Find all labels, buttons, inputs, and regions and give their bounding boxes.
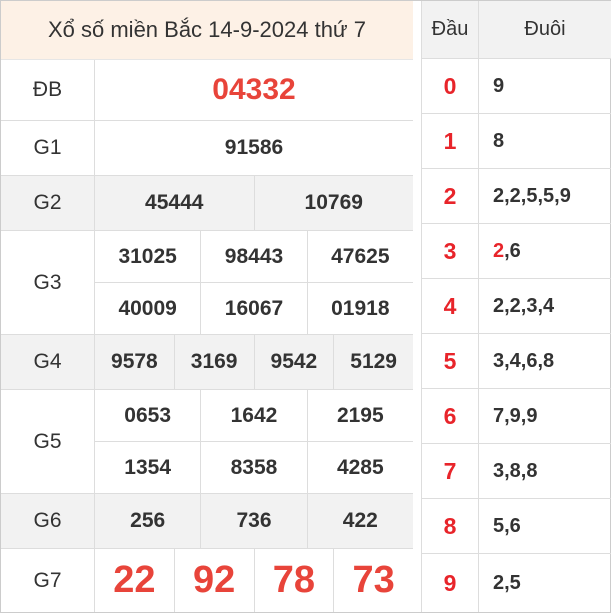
prize-row-db: ĐB 04332 [1, 60, 413, 121]
prize-row-g7: G7 22 92 78 73 [1, 549, 413, 612]
prize-number: 1354 [124, 455, 172, 479]
special-prize-number: 04332 [212, 73, 296, 106]
loto-dau: 4 [422, 279, 479, 333]
prize-label: G5 [1, 390, 95, 493]
prize-number: 256 [130, 509, 166, 532]
prize-label: G3 [1, 231, 95, 334]
loto-duoi: 3,8,8 [493, 459, 538, 482]
loto-duoi: 7,9,9 [493, 404, 538, 427]
loto-dau: 0 [422, 59, 479, 113]
prize-number: 40009 [118, 296, 177, 320]
prize-number: 22 [113, 559, 156, 601]
loto-duoi-rest: ,6 [504, 239, 521, 262]
prize-number: 4285 [306, 442, 413, 493]
prize-number: 8358 [200, 442, 306, 493]
prize-row-g2: G2 45444 10769 [1, 176, 413, 231]
loto-duoi: 3,4,6,8 [493, 349, 555, 372]
loto-dau: 8 [422, 499, 479, 553]
prize-number: 9578 [111, 350, 158, 373]
prize-number: 91586 [224, 136, 284, 159]
results-frame: Xổ số miền Bắc 14-9-2024 thứ 7 ĐB 04332 … [0, 0, 611, 613]
prize-table: Xổ số miền Bắc 14-9-2024 thứ 7 ĐB 04332 … [1, 1, 413, 612]
loto-duoi: 5,6 [493, 514, 521, 537]
loto-row: 1 8 [422, 114, 611, 169]
prize-number: 9542 [253, 335, 334, 389]
prize-number: 45444 [145, 191, 204, 214]
loto-row: 4 2,2,3,4 [422, 279, 611, 334]
prize-number: 0653 [124, 403, 172, 427]
prize-label: ĐB [1, 60, 95, 120]
loto-row: 8 5,6 [422, 499, 611, 554]
prize-label: G4 [1, 335, 95, 389]
prize-number: 2195 [306, 390, 413, 441]
loto-row: 9 2,5 [422, 554, 611, 612]
prize-number: 01918 [306, 283, 413, 334]
prize-number: 1642 [200, 390, 306, 441]
loto-duoi: 9 [493, 74, 505, 97]
prize-row-g5: G5 0653 1642 2195 1354 8358 4285 [1, 390, 413, 494]
page-title: Xổ số miền Bắc 14-9-2024 thứ 7 [1, 1, 413, 60]
loto-row: 2 2,2,5,5,9 [422, 169, 611, 224]
prize-label: G2 [1, 176, 95, 230]
prize-number: 31025 [118, 244, 177, 268]
loto-row: 3 2,6 [422, 224, 611, 279]
loto-duoi-highlight: 2 [493, 239, 505, 262]
prize-number: 3169 [173, 335, 254, 389]
loto-table: Đầu Đuôi 0 9 1 8 2 2,2,5,5,9 3 2,6 4 2,2… [421, 1, 611, 612]
prize-label: G1 [1, 121, 95, 175]
loto-dau: 1 [422, 114, 479, 168]
prize-label: G7 [1, 549, 95, 612]
prize-number: 5129 [333, 335, 413, 389]
loto-duoi: 8 [493, 129, 505, 152]
prize-label: G6 [1, 494, 95, 548]
prize-number: 47625 [306, 231, 413, 282]
prize-row-g4: G4 9578 3169 9542 5129 [1, 335, 413, 390]
prize-number: 73 [333, 549, 413, 612]
loto-dau: 5 [422, 334, 479, 388]
loto-duoi: 2,6 [479, 224, 611, 278]
prize-number: 16067 [200, 283, 306, 334]
header-duoi: Đuôi [524, 18, 566, 40]
prize-number: 10769 [253, 176, 414, 230]
loto-dau: 7 [422, 444, 479, 498]
loto-row: 5 3,4,6,8 [422, 334, 611, 389]
loto-duoi: 2,5 [493, 571, 521, 594]
header-dau: Đầu [422, 1, 479, 58]
loto-duoi: 2,2,3,4 [493, 294, 555, 317]
prize-number: 92 [173, 549, 254, 612]
loto-dau: 2 [422, 169, 479, 223]
prize-number: 78 [253, 549, 334, 612]
loto-dau: 3 [422, 224, 479, 278]
prize-row-g1: G1 91586 [1, 121, 413, 176]
prize-row-g6: G6 256 736 422 [1, 494, 413, 549]
loto-row: 0 9 [422, 59, 611, 114]
prize-number: 422 [306, 494, 413, 548]
loto-header: Đầu Đuôi [422, 1, 611, 59]
loto-row: 7 3,8,8 [422, 444, 611, 499]
prize-number: 736 [200, 494, 306, 548]
loto-dau: 6 [422, 389, 479, 443]
prize-number: 98443 [200, 231, 306, 282]
loto-duoi: 2,2,5,5,9 [493, 184, 571, 207]
prize-row-g3: G3 31025 98443 47625 40009 16067 01918 [1, 231, 413, 335]
loto-row: 6 7,9,9 [422, 389, 611, 444]
loto-dau: 9 [422, 554, 479, 612]
